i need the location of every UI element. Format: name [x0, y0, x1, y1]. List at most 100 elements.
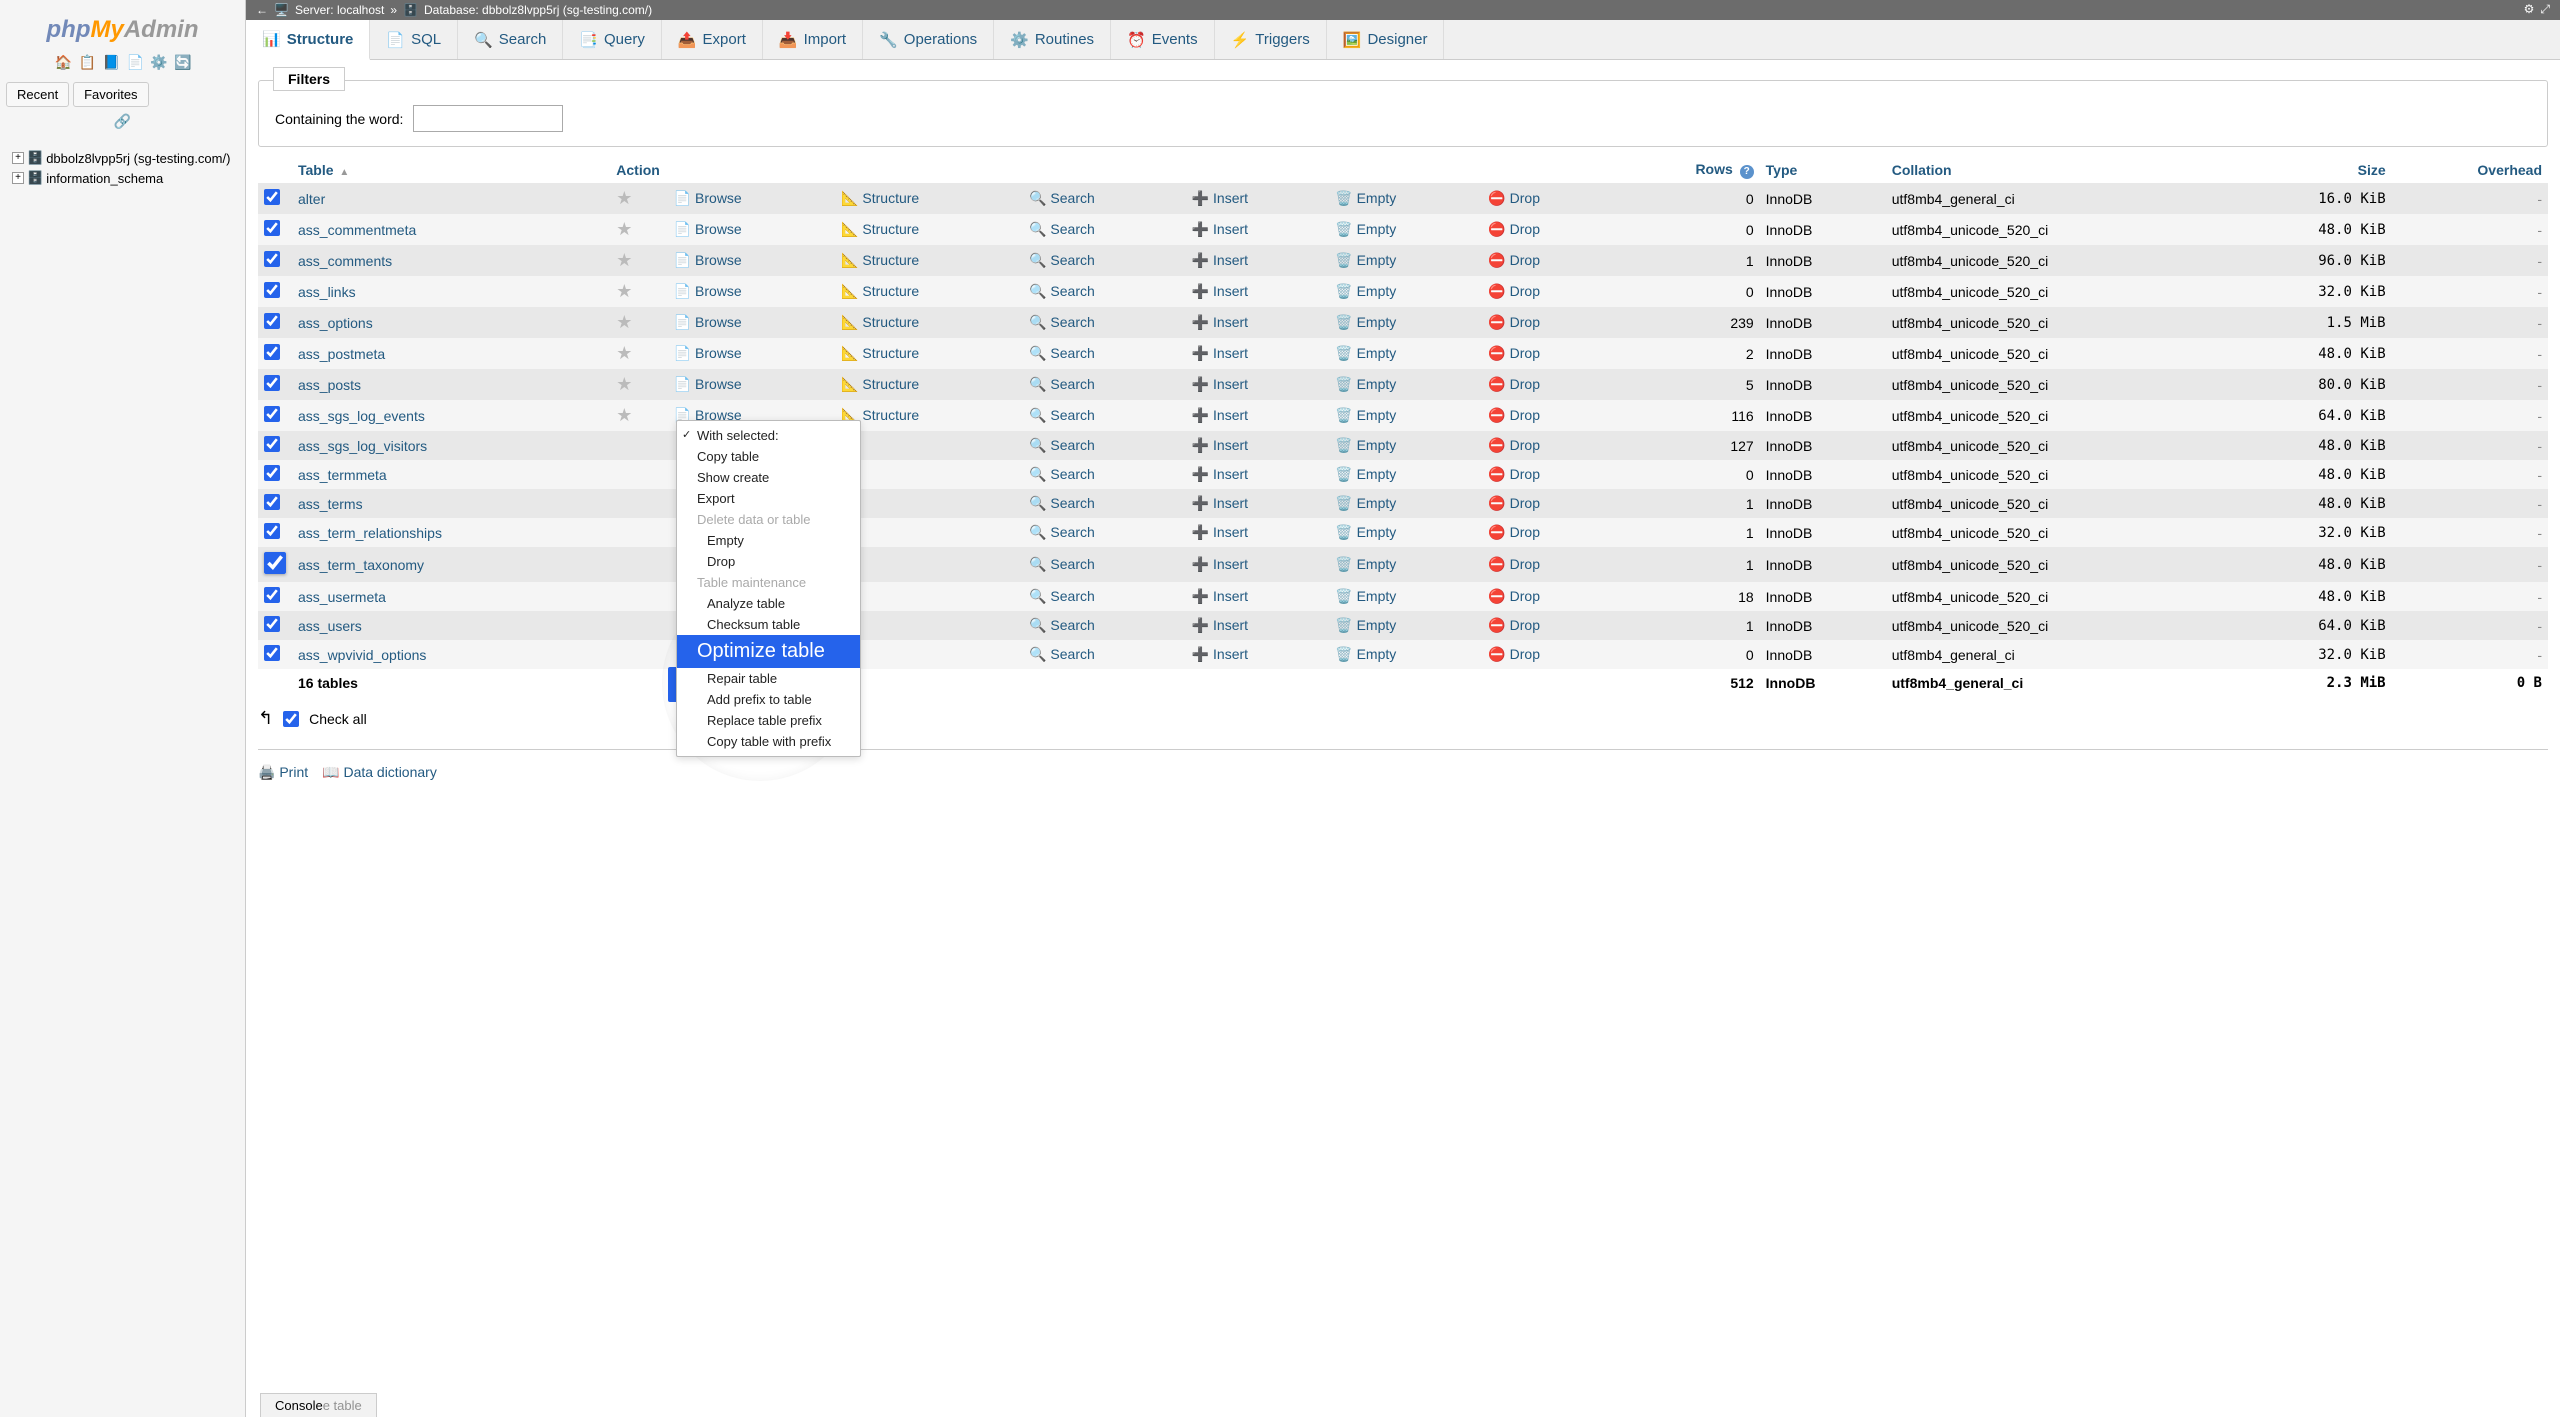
col-size[interactable]: Size	[2230, 157, 2392, 183]
dd-export[interactable]: Export	[677, 488, 860, 509]
insert-link[interactable]: ➕ Insert	[1192, 524, 1248, 540]
star-icon[interactable]: ★	[616, 374, 632, 394]
star-icon[interactable]: ★	[616, 281, 632, 301]
drop-link[interactable]: ⛔ Drop	[1488, 283, 1540, 299]
empty-link[interactable]: 🗑️ Empty	[1335, 556, 1396, 572]
drop-link[interactable]: ⛔ Drop	[1488, 252, 1540, 268]
tab-search[interactable]: 🔍Search	[458, 20, 563, 59]
insert-link[interactable]: ➕ Insert	[1192, 221, 1248, 237]
recent-button[interactable]: Recent	[6, 82, 69, 107]
empty-link[interactable]: 🗑️ Empty	[1335, 345, 1396, 361]
insert-link[interactable]: ➕ Insert	[1192, 376, 1248, 392]
search-link[interactable]: 🔍 Search	[1029, 646, 1095, 662]
table-name-link[interactable]: ass_sgs_log_visitors	[298, 438, 427, 454]
check-all-label[interactable]: Check all	[309, 711, 367, 727]
col-overhead[interactable]: Overhead	[2392, 157, 2548, 183]
empty-link[interactable]: 🗑️ Empty	[1335, 495, 1396, 511]
print-link[interactable]: 🖨️ Print	[258, 764, 308, 781]
drop-link[interactable]: ⛔ Drop	[1488, 556, 1540, 572]
doc-icon[interactable]: 📘	[103, 54, 119, 70]
row-checkbox[interactable]	[264, 282, 280, 298]
search-link[interactable]: 🔍 Search	[1029, 466, 1095, 482]
search-link[interactable]: 🔍 Search	[1029, 495, 1095, 511]
dd-replace-prefix[interactable]: Replace table prefix	[677, 710, 860, 731]
browse-link[interactable]: 📄 Browse	[674, 252, 742, 268]
table-name-link[interactable]: ass_wpvivid_options	[298, 647, 426, 663]
star-icon[interactable]: ★	[616, 219, 632, 239]
empty-link[interactable]: 🗑️ Empty	[1335, 283, 1396, 299]
insert-link[interactable]: ➕ Insert	[1192, 252, 1248, 268]
drop-link[interactable]: ⛔ Drop	[1488, 190, 1540, 206]
insert-link[interactable]: ➕ Insert	[1192, 345, 1248, 361]
dd-drop[interactable]: Drop	[677, 551, 860, 572]
star-icon[interactable]: ★	[616, 343, 632, 363]
collapse-icon[interactable]: ⤢	[2540, 2, 2550, 17]
row-checkbox[interactable]	[264, 494, 280, 510]
search-link[interactable]: 🔍 Search	[1029, 283, 1095, 299]
drop-link[interactable]: ⛔ Drop	[1488, 221, 1540, 237]
tab-sql[interactable]: 📄SQL	[370, 20, 458, 59]
insert-link[interactable]: ➕ Insert	[1192, 407, 1248, 423]
structure-link[interactable]: 📐 Structure	[841, 252, 919, 268]
star-icon[interactable]: ★	[616, 312, 632, 332]
drop-link[interactable]: ⛔ Drop	[1488, 617, 1540, 633]
empty-link[interactable]: 🗑️ Empty	[1335, 617, 1396, 633]
table-name-link[interactable]: ass_commentmeta	[298, 222, 416, 238]
dd-add-prefix[interactable]: Add prefix to table	[677, 689, 860, 710]
search-link[interactable]: 🔍 Search	[1029, 314, 1095, 330]
sql-icon[interactable]: 📄	[126, 54, 142, 70]
dd-copy-table[interactable]: Copy table	[677, 446, 860, 467]
data-dictionary-link[interactable]: 📖 Data dictionary	[322, 764, 437, 781]
tree-item[interactable]: + 🗄️ information_schema	[6, 168, 239, 188]
dd-optimize[interactable]: Optimize table	[677, 635, 860, 668]
insert-link[interactable]: ➕ Insert	[1192, 190, 1248, 206]
search-link[interactable]: 🔍 Search	[1029, 524, 1095, 540]
search-link[interactable]: 🔍 Search	[1029, 190, 1095, 206]
link-icon[interactable]: 🔗	[6, 113, 239, 130]
col-table[interactable]: Table ▲	[292, 157, 610, 183]
search-link[interactable]: 🔍 Search	[1029, 437, 1095, 453]
dd-repair[interactable]: Repair table	[677, 668, 860, 689]
drop-link[interactable]: ⛔ Drop	[1488, 495, 1540, 511]
table-name-link[interactable]: ass_comments	[298, 253, 392, 269]
logo[interactable]: phpMyAdmin	[6, 8, 239, 48]
structure-link[interactable]: 📐 Structure	[841, 376, 919, 392]
table-name-link[interactable]: alter	[298, 191, 325, 207]
row-checkbox[interactable]	[264, 465, 280, 481]
insert-link[interactable]: ➕ Insert	[1192, 617, 1248, 633]
row-checkbox[interactable]	[264, 523, 280, 539]
gear-icon[interactable]: ⚙	[2524, 2, 2535, 17]
row-checkbox[interactable]	[264, 375, 280, 391]
empty-link[interactable]: 🗑️ Empty	[1335, 190, 1396, 206]
drop-link[interactable]: ⛔ Drop	[1488, 437, 1540, 453]
search-link[interactable]: 🔍 Search	[1029, 345, 1095, 361]
star-icon[interactable]: ★	[616, 405, 632, 425]
drop-link[interactable]: ⛔ Drop	[1488, 314, 1540, 330]
insert-link[interactable]: ➕ Insert	[1192, 283, 1248, 299]
table-name-link[interactable]: ass_posts	[298, 377, 361, 393]
row-checkbox[interactable]	[264, 313, 280, 329]
drop-link[interactable]: ⛔ Drop	[1488, 376, 1540, 392]
empty-link[interactable]: 🗑️ Empty	[1335, 466, 1396, 482]
insert-link[interactable]: ➕ Insert	[1192, 495, 1248, 511]
reload-icon[interactable]: 🔄	[174, 54, 190, 70]
empty-link[interactable]: 🗑️ Empty	[1335, 252, 1396, 268]
dd-show-create[interactable]: Show create	[677, 467, 860, 488]
search-link[interactable]: 🔍 Search	[1029, 376, 1095, 392]
browse-link[interactable]: 📄 Browse	[674, 221, 742, 237]
insert-link[interactable]: ➕ Insert	[1192, 588, 1248, 604]
tab-designer[interactable]: 🖼️Designer	[1327, 20, 1445, 59]
tab-operations[interactable]: 🔧Operations	[863, 20, 994, 59]
logout-icon[interactable]: 📋	[79, 54, 95, 70]
empty-link[interactable]: 🗑️ Empty	[1335, 524, 1396, 540]
drop-link[interactable]: ⛔ Drop	[1488, 345, 1540, 361]
drop-link[interactable]: ⛔ Drop	[1488, 524, 1540, 540]
table-name-link[interactable]: ass_options	[298, 315, 373, 331]
search-link[interactable]: 🔍 Search	[1029, 407, 1095, 423]
table-name-link[interactable]: ass_links	[298, 284, 356, 300]
table-name-link[interactable]: ass_term_relationships	[298, 525, 442, 541]
search-link[interactable]: 🔍 Search	[1029, 556, 1095, 572]
empty-link[interactable]: 🗑️ Empty	[1335, 407, 1396, 423]
col-type[interactable]: Type	[1760, 157, 1886, 183]
dd-analyze[interactable]: Analyze table	[677, 593, 860, 614]
